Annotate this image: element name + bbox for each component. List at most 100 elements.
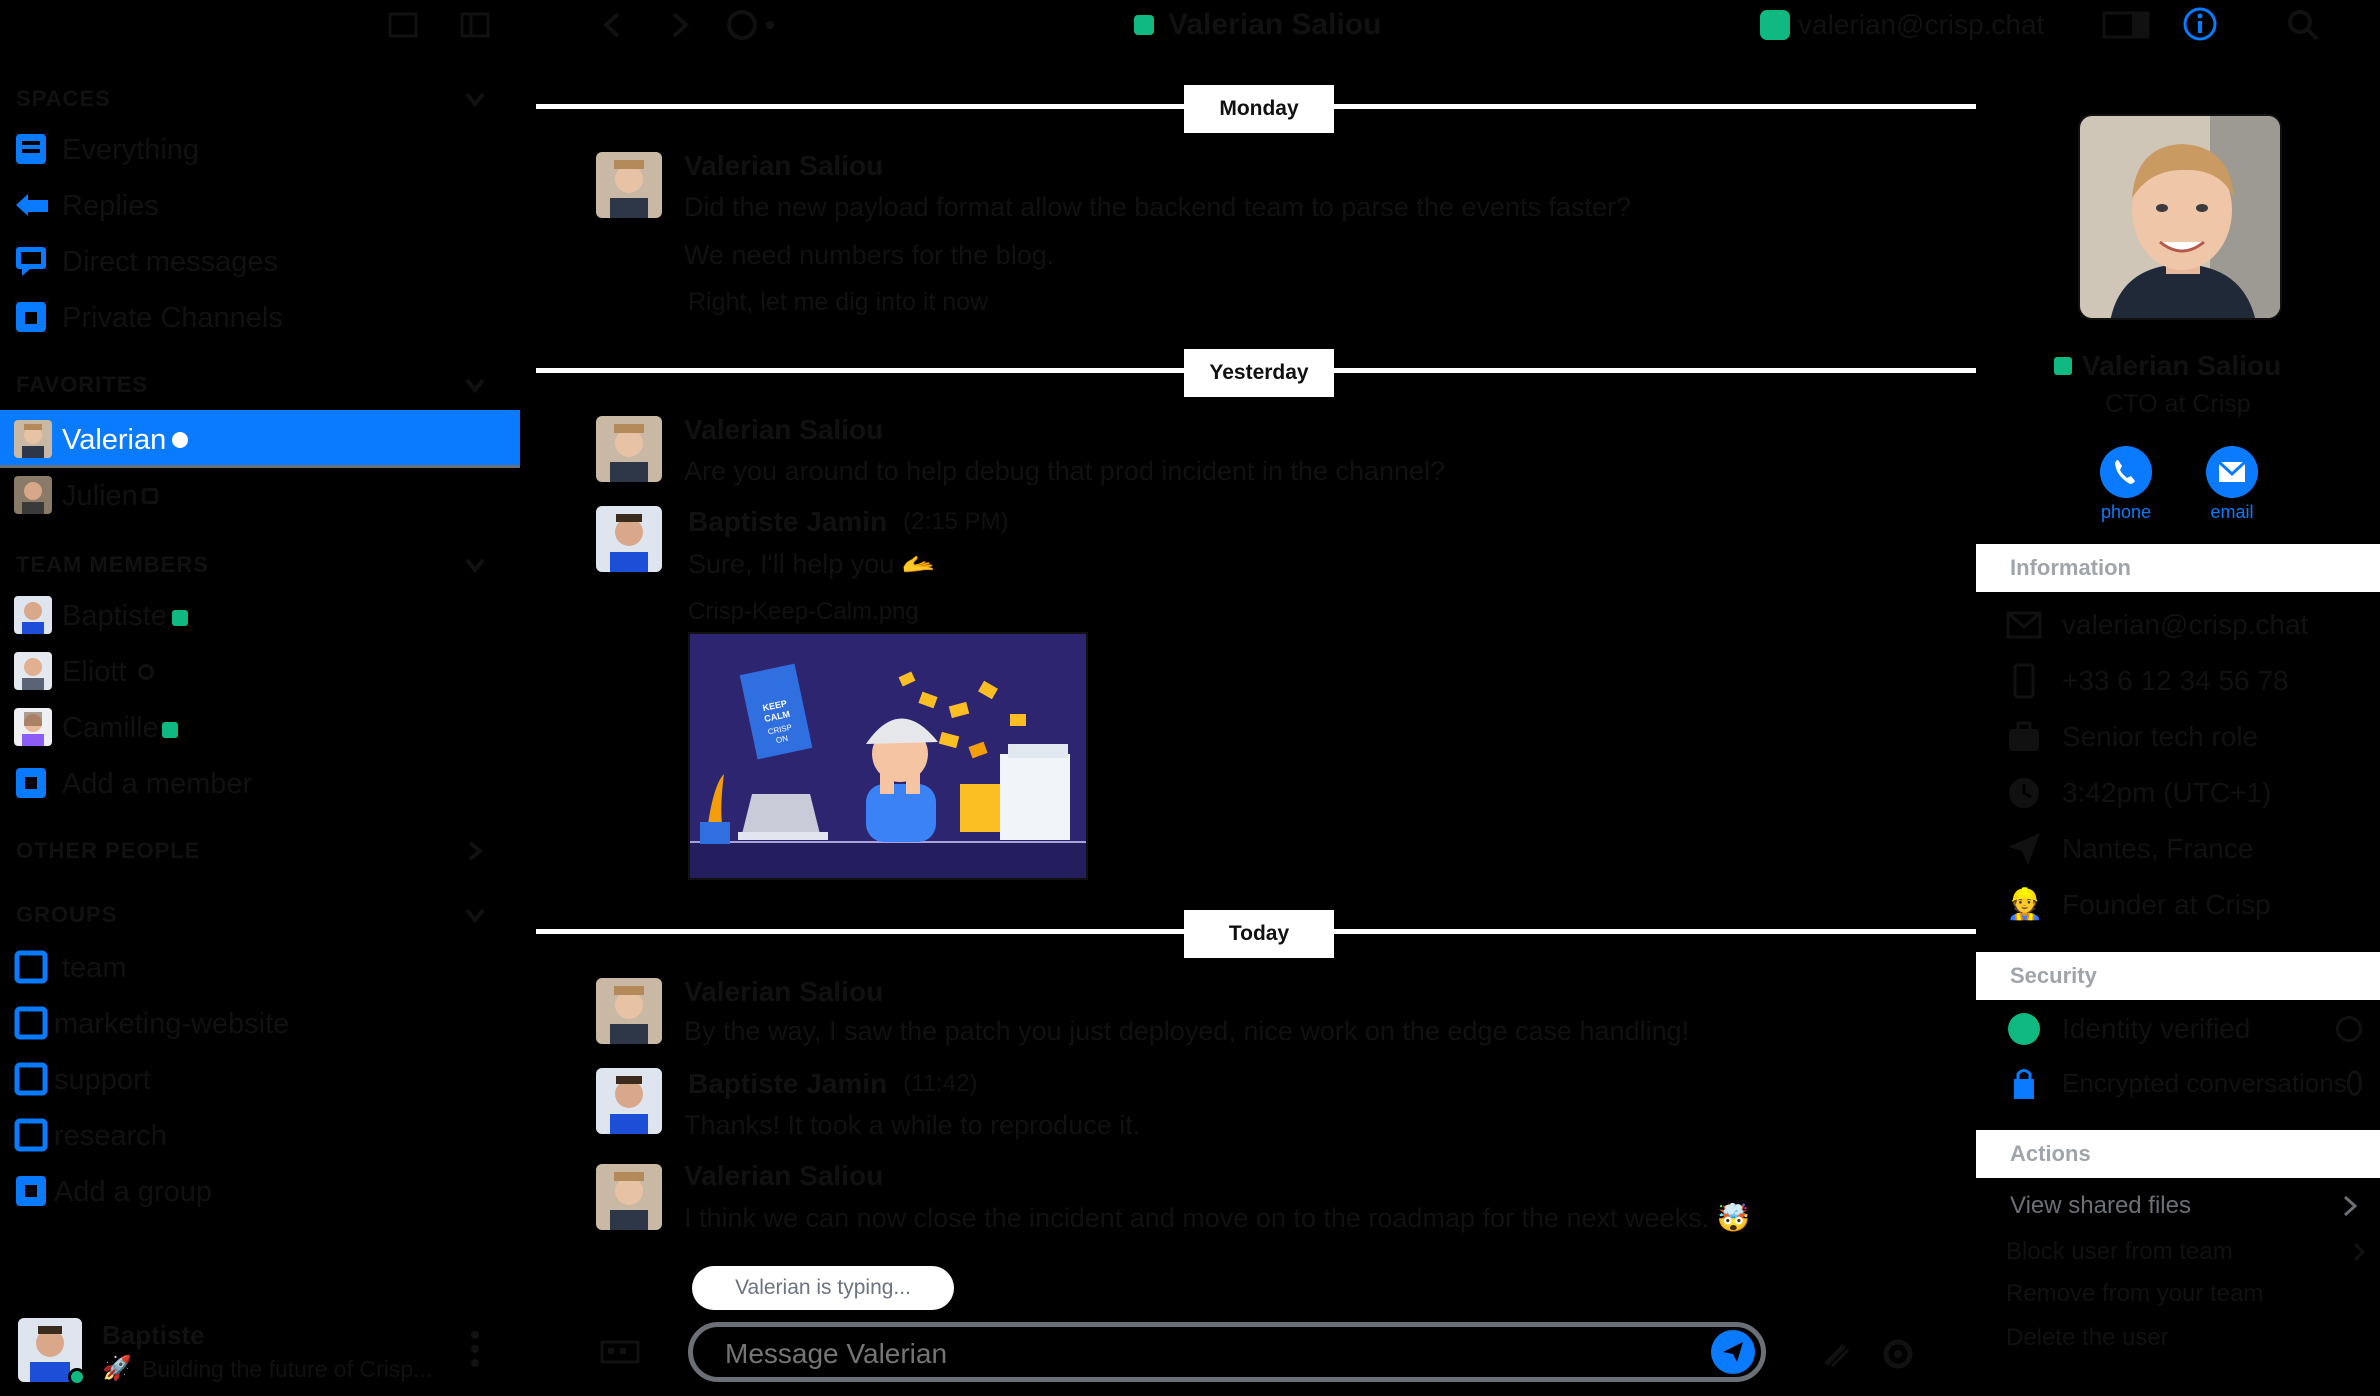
- info-phone[interactable]: +33 6 12 34 56 78: [2006, 656, 2289, 706]
- avatar[interactable]: [596, 1164, 662, 1230]
- sidebar-item-eliott[interactable]: Eliott: [0, 646, 520, 696]
- current-user-status[interactable]: Building the future of Crisp...: [142, 1356, 432, 1383]
- emoji-icon[interactable]: [600, 1336, 640, 1368]
- sidebar-item-julien[interactable]: Julien: [0, 470, 520, 520]
- sidebar-item-label: research: [54, 1120, 167, 1152]
- message-text: Sure, I'll help you 🫴: [688, 549, 936, 579]
- add-group-button[interactable]: Add a group: [0, 1166, 520, 1216]
- typing-indicator: Valerian is typing...: [692, 1266, 954, 1310]
- sidebar-item-label: team: [62, 952, 127, 984]
- settings-icon[interactable]: [722, 8, 782, 42]
- settings-icon[interactable]: [1880, 1336, 1916, 1372]
- chevron-down-icon[interactable]: [464, 904, 486, 926]
- sidebar-item-label: support: [54, 1064, 151, 1096]
- online-status-dot: [172, 610, 188, 626]
- avatar[interactable]: [596, 978, 662, 1044]
- email-label: email: [2210, 502, 2254, 522]
- info-position: 👷 Founder at Crisp: [2006, 888, 2271, 921]
- info-location: Nantes, France: [2006, 824, 2253, 874]
- private-channels-icon: [14, 300, 48, 334]
- message-author[interactable]: Valerian Saliou: [684, 150, 883, 182]
- message-author[interactable]: Baptiste Jamin: [688, 506, 887, 538]
- sidebar-item-direct-messages[interactable]: Direct messages: [0, 236, 520, 286]
- online-status-dot: [2054, 357, 2072, 375]
- chevron-right-icon: [2342, 1194, 2358, 1218]
- sidebar-item-baptiste[interactable]: Baptiste: [0, 590, 520, 640]
- profile-photo[interactable]: [2078, 114, 2282, 320]
- avatar: [14, 596, 52, 634]
- sidebar-item-label: marketing-website: [54, 1008, 290, 1040]
- layout-icon[interactable]: [2102, 10, 2150, 40]
- day-label: Monday: [1184, 85, 1334, 133]
- online-status-dot: [1134, 15, 1154, 35]
- avatar: [14, 652, 52, 690]
- rocket-icon: 🚀: [102, 1355, 132, 1382]
- sidebar-item-replies[interactable]: Replies: [0, 180, 520, 230]
- message-input[interactable]: [723, 1335, 1667, 1373]
- lock-icon: [2006, 1065, 2042, 1101]
- more-options-icon[interactable]: [470, 1330, 480, 1368]
- back-icon[interactable]: [600, 10, 624, 40]
- user-icon: 👷: [2006, 888, 2044, 921]
- chevron-right-icon[interactable]: [464, 840, 486, 862]
- chevron-down-icon[interactable]: [464, 88, 486, 110]
- help-icon[interactable]: [2336, 1016, 2362, 1042]
- message-author[interactable]: Valerian Saliou: [684, 976, 883, 1008]
- forward-icon[interactable]: [668, 10, 692, 40]
- avatar[interactable]: [596, 506, 662, 572]
- info-role: Senior tech role: [2006, 712, 2258, 762]
- sidebar-item-valerian[interactable]: Valerian: [0, 410, 520, 468]
- security-encryption[interactable]: Encrypted conversations: [2006, 1058, 2362, 1108]
- call-button[interactable]: phone: [2100, 446, 2152, 523]
- avatar[interactable]: [596, 152, 662, 218]
- briefcase-icon: [2006, 719, 2042, 755]
- attachment-icon[interactable]: [1818, 1336, 1854, 1372]
- block-user-link[interactable]: Block user from team: [2006, 1236, 2366, 1268]
- typing-text: Valerian is typing...: [735, 1276, 911, 1299]
- message-composer[interactable]: [688, 1322, 1766, 1382]
- security-identity[interactable]: Identity verified: [2006, 1004, 2362, 1054]
- message-author[interactable]: Valerian Saliou: [684, 1160, 883, 1192]
- info-email[interactable]: valerian@crisp.chat: [2006, 600, 2308, 650]
- info-icon[interactable]: [2182, 6, 2218, 42]
- remove-from-team-link[interactable]: Remove from your team: [2006, 1280, 2263, 1308]
- shared-image[interactable]: KEEP CALM CRISP ON: [688, 632, 1088, 880]
- sidebar-item-group-marketing[interactable]: marketing-website: [0, 998, 520, 1048]
- chevron-down-icon[interactable]: [464, 554, 486, 576]
- file-name[interactable]: Crisp-Keep-Calm.png: [688, 598, 919, 626]
- information-header: Information: [1976, 544, 2380, 592]
- view-shared-files-link[interactable]: View shared files: [2010, 1188, 2358, 1224]
- sidebar-item-group-support[interactable]: support: [0, 1054, 520, 1104]
- conversation-title: Valerian Saliou: [1134, 8, 1381, 42]
- add-member-button[interactable]: Add a member: [0, 758, 520, 808]
- chevron-down-icon[interactable]: [464, 374, 486, 396]
- group-icon: [14, 950, 48, 984]
- send-button[interactable]: [1711, 1330, 1755, 1374]
- spaces-header: SPACES: [16, 86, 111, 111]
- compose-icon[interactable]: [388, 10, 420, 40]
- avatar[interactable]: [596, 416, 662, 482]
- message-author[interactable]: Valerian Saliou: [684, 414, 883, 446]
- message-author[interactable]: Baptiste Jamin: [688, 1068, 887, 1100]
- profile-name-row: Valerian Saliou: [2054, 350, 2281, 382]
- sidebar-item-camille[interactable]: Camille: [0, 702, 520, 752]
- info-local-time: 3:42pm (UTC+1): [2006, 768, 2271, 818]
- avatar[interactable]: [596, 1068, 662, 1134]
- topbar: Valerian Saliou valerian@crisp.chat: [0, 0, 2380, 50]
- help-icon[interactable]: [2346, 1070, 2362, 1096]
- email-button[interactable]: email: [2206, 446, 2258, 523]
- sidebar-item-everything[interactable]: Everything: [0, 124, 520, 174]
- delete-user-link[interactable]: Delete the user: [2006, 1324, 2169, 1352]
- sidebar-item-group-team[interactable]: team: [0, 942, 520, 992]
- message-text: Right, let me dig into it now: [688, 288, 989, 316]
- message-text: Are you around to help debug that prod i…: [684, 456, 1446, 486]
- account-selector[interactable]: valerian@crisp.chat: [1760, 8, 2044, 42]
- search-icon[interactable]: [2286, 8, 2320, 42]
- sidebar-toggle-icon[interactable]: [460, 10, 492, 40]
- current-user[interactable]: Baptiste 🚀 Building the future of Crisp.…: [0, 1310, 520, 1390]
- groups-header: GROUPS: [16, 902, 118, 927]
- sidebar-item-group-research[interactable]: research: [0, 1110, 520, 1160]
- phone-icon: [2100, 446, 2152, 498]
- chevron-right-icon: [2352, 1241, 2366, 1263]
- sidebar-item-private-channels[interactable]: Private Channels: [0, 292, 520, 342]
